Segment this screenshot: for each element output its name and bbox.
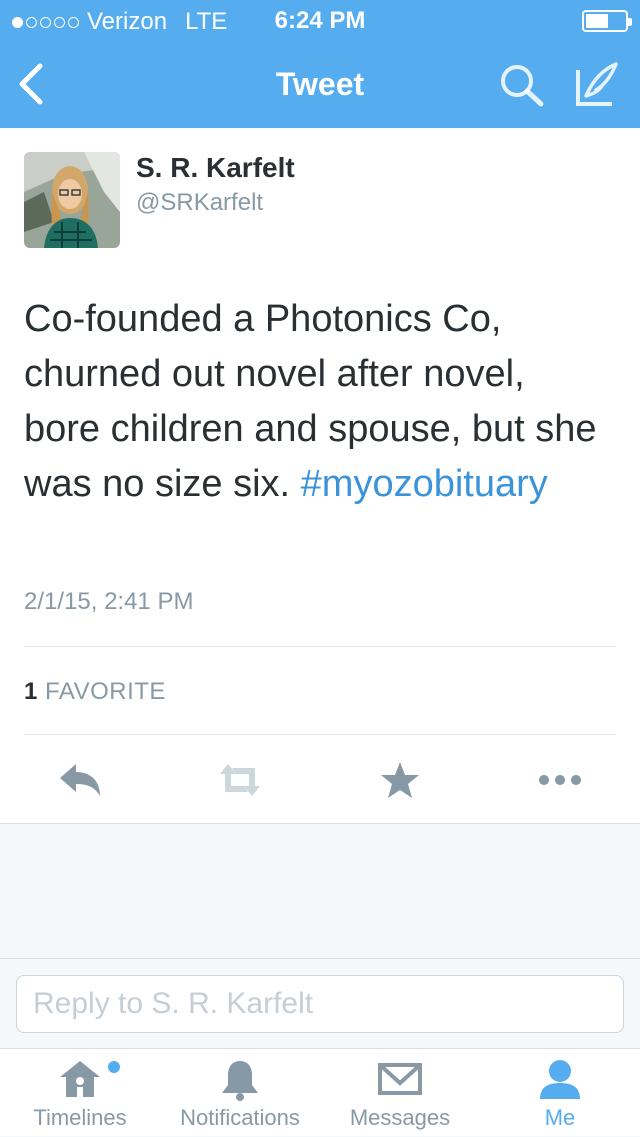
person-icon: [540, 1060, 580, 1099]
tweet-timestamp: 2/1/15, 2:41 PM: [24, 588, 194, 615]
new-tweets-badge: [108, 1061, 120, 1073]
favorite-count-label: FAVORITE: [45, 678, 166, 705]
envelope-icon: [378, 1063, 422, 1095]
status-time: 6:24 PM: [274, 7, 366, 34]
bell-icon: [222, 1061, 258, 1101]
tab-label: Timelines: [33, 1105, 127, 1130]
tab-bar: Timelines Notifications Messages Me: [0, 1048, 640, 1136]
author-name[interactable]: S. R. Karfelt: [136, 152, 295, 184]
tab-label: Me: [544, 1105, 576, 1130]
author-avatar[interactable]: [24, 152, 120, 248]
tab-me[interactable]: Me: [480, 1049, 640, 1137]
retweet-icon[interactable]: [216, 760, 264, 800]
favorites-count[interactable]: 1 FAVORITE: [24, 678, 166, 706]
reply-input[interactable]: [16, 975, 624, 1033]
author-handle[interactable]: @SRKarfelt: [136, 189, 263, 217]
divider: [24, 734, 616, 735]
home-icon: [60, 1061, 100, 1097]
navigation-bar: Tweet: [0, 40, 640, 128]
favorite-count-number: 1: [24, 678, 38, 705]
tweet-detail-card: S. R. Karfelt @SRKarfelt Co-founded a Ph…: [0, 128, 640, 824]
more-options-icon[interactable]: [536, 760, 584, 800]
reply-bar: [0, 958, 640, 1048]
tweet-text: Co-founded a Photonics Co, churned out n…: [24, 292, 604, 512]
reply-icon[interactable]: [56, 760, 104, 800]
favorite-icon[interactable]: [376, 760, 424, 800]
tab-label: Notifications: [180, 1105, 300, 1130]
search-icon[interactable]: [498, 62, 546, 108]
divider: [24, 646, 616, 647]
tab-timelines[interactable]: Timelines: [0, 1049, 160, 1137]
tab-label: Messages: [349, 1105, 451, 1130]
tab-notifications[interactable]: Notifications: [160, 1049, 320, 1137]
battery-icon: [582, 10, 632, 32]
hashtag-link[interactable]: #myozobituary: [301, 463, 548, 505]
status-bar: Verizon LTE 6:24 PM: [0, 0, 640, 40]
tab-messages[interactable]: Messages: [320, 1049, 480, 1137]
compose-icon[interactable]: [572, 60, 622, 108]
